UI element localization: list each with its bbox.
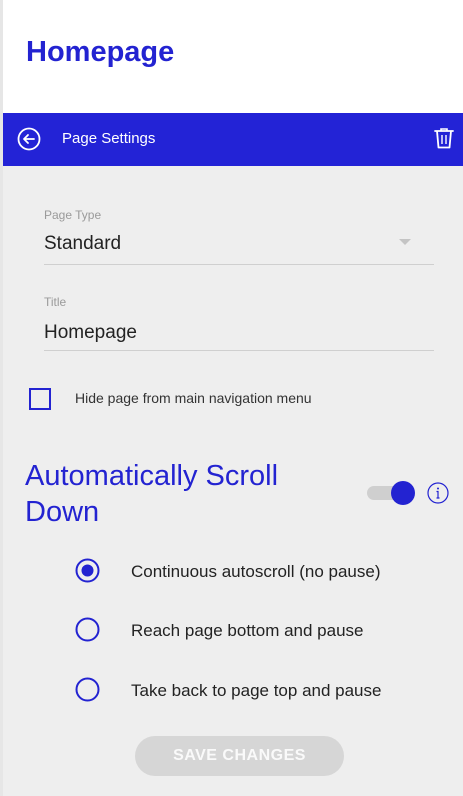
- save-changes-button[interactable]: SAVE CHANGES: [135, 736, 344, 776]
- page-type-value: Standard: [44, 233, 122, 254]
- hide-from-nav-checkbox[interactable]: [29, 388, 51, 410]
- radio-continuous[interactable]: [75, 558, 100, 583]
- radio-unselected-icon: [75, 677, 100, 702]
- toggle-knob: [391, 481, 415, 505]
- radio-top-pause-label[interactable]: Take back to page top and pause: [131, 681, 381, 701]
- back-arrow-icon: [17, 127, 41, 151]
- radio-bottom-pause-label[interactable]: Reach page bottom and pause: [131, 621, 364, 641]
- delete-page-button[interactable]: [433, 126, 455, 150]
- info-icon: [427, 482, 449, 504]
- chevron-down-icon: [399, 239, 411, 245]
- title-field-underline: [44, 350, 434, 351]
- autoscroll-heading: Automatically Scroll Down: [25, 460, 279, 528]
- radio-selected-icon: [75, 558, 100, 583]
- page-type-label: Page Type: [44, 208, 102, 222]
- trash-icon: [434, 128, 454, 149]
- radio-unselected-icon: [75, 617, 100, 642]
- header-title: Page Settings: [62, 130, 156, 147]
- autoscroll-toggle[interactable]: [367, 481, 419, 507]
- radio-top-pause[interactable]: [75, 677, 100, 702]
- radio-bottom-pause[interactable]: [75, 617, 100, 642]
- page-type-underline: [44, 264, 434, 265]
- hide-from-nav-label[interactable]: Hide page from main navigation menu: [75, 390, 312, 406]
- title-field-value: Homepage: [44, 322, 137, 343]
- settings-header-bar: Page Settings: [3, 113, 463, 166]
- info-button[interactable]: [427, 482, 449, 504]
- settings-panel: Page Type Standard Title Homepage Hide p…: [3, 166, 463, 796]
- title-field-label: Title: [44, 295, 67, 309]
- radio-continuous-label[interactable]: Continuous autoscroll (no pause): [131, 562, 380, 582]
- back-button[interactable]: [17, 127, 41, 151]
- page-title: Homepage: [26, 36, 175, 68]
